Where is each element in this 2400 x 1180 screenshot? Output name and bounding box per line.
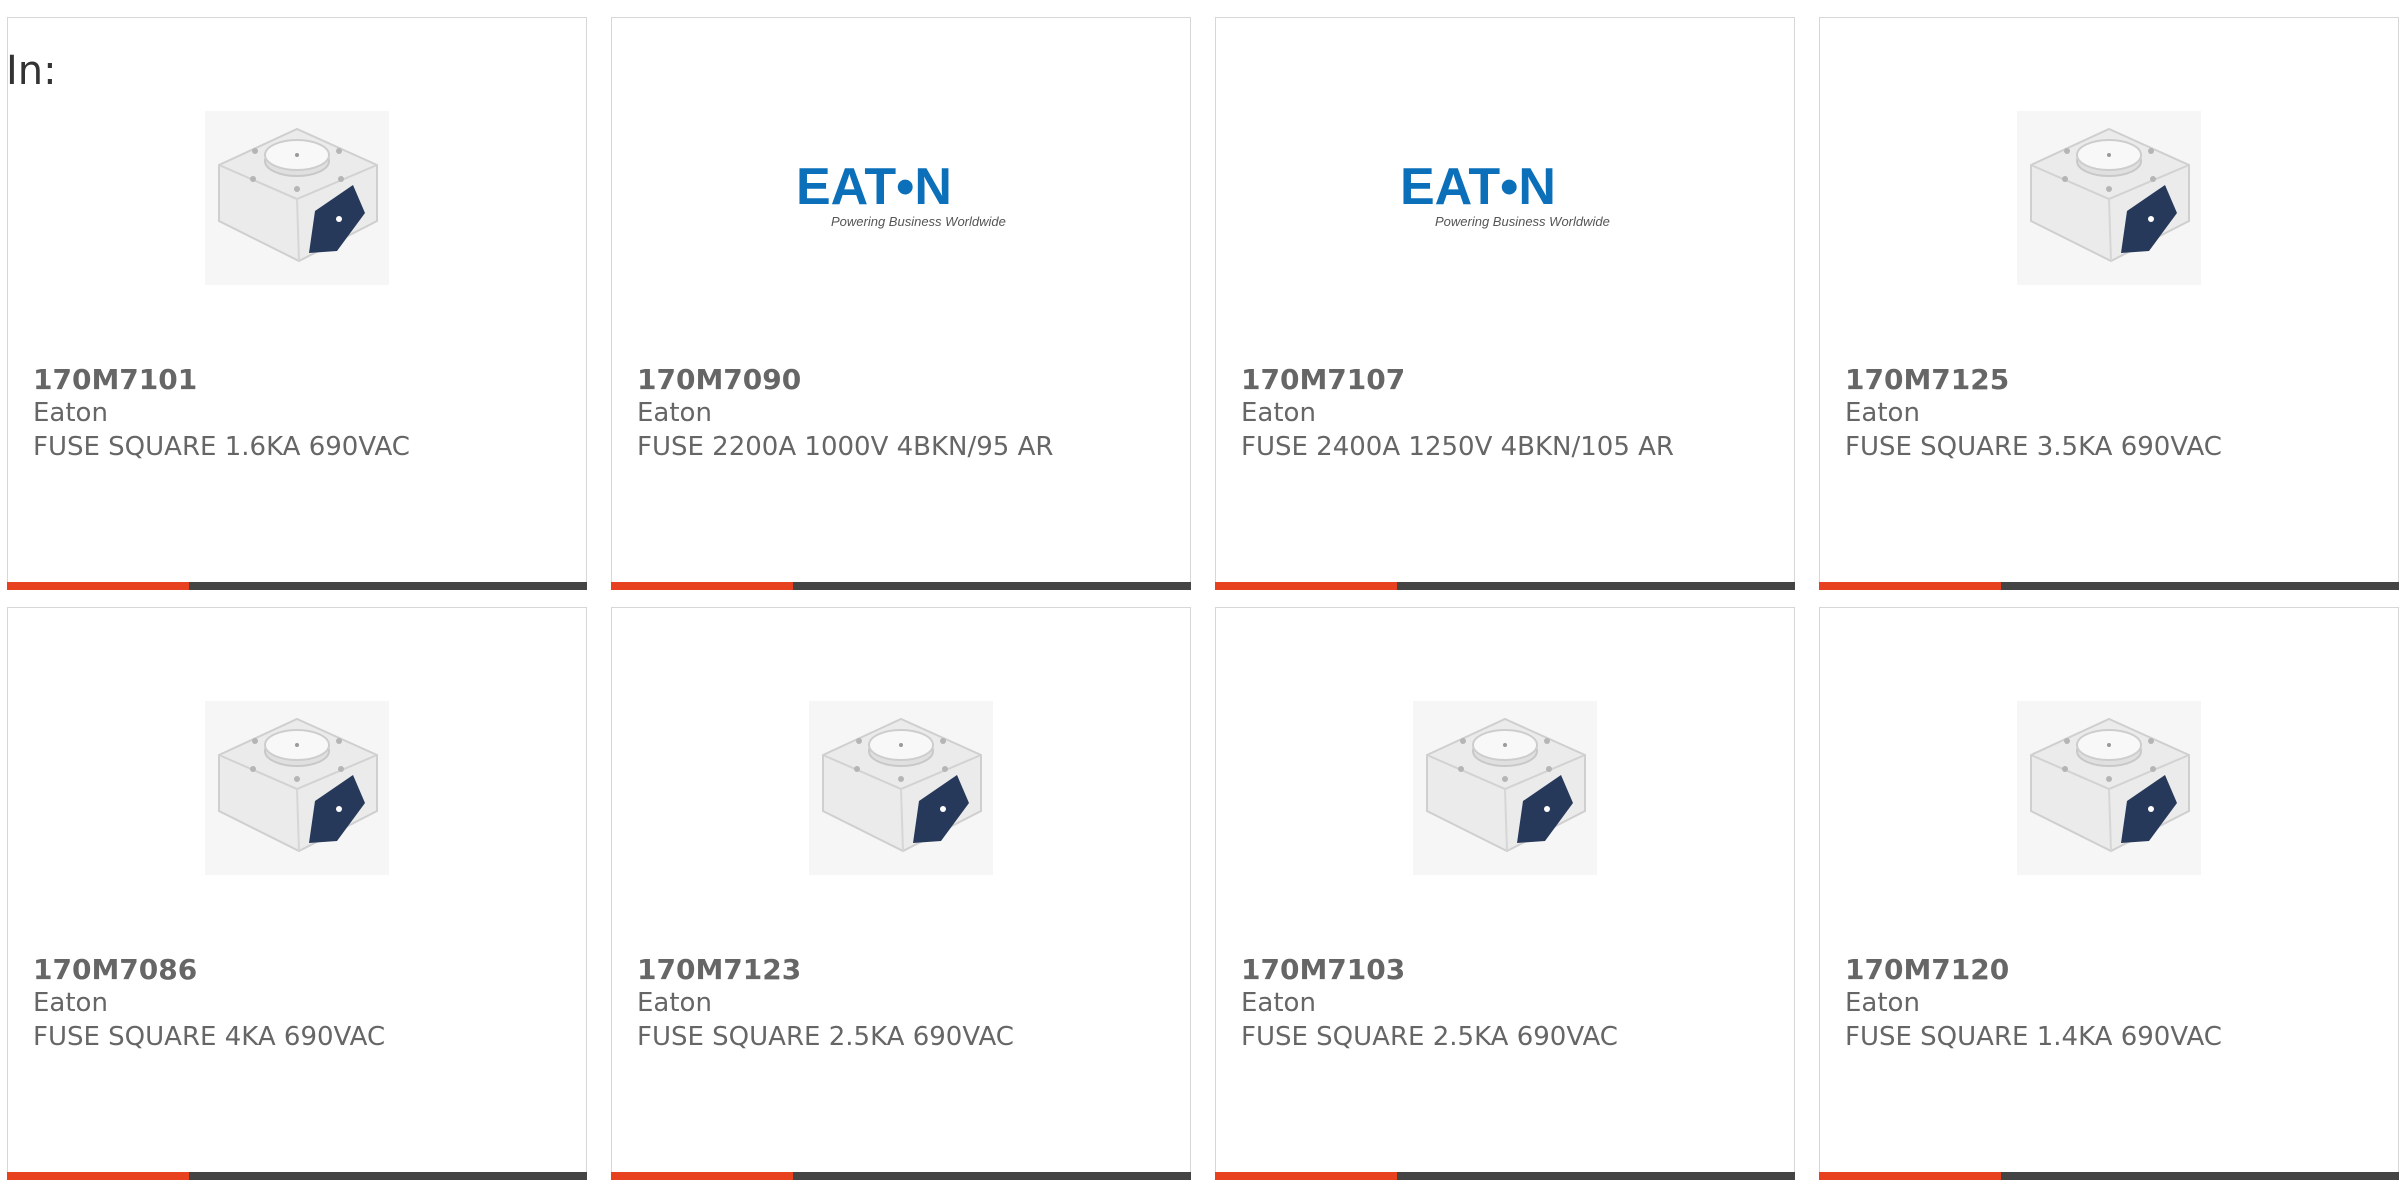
card-bar-rest xyxy=(2001,1172,2399,1180)
description: FUSE SQUARE 1.6KA 690VAC xyxy=(33,432,410,462)
manufacturer: Eaton xyxy=(637,398,712,428)
part-number[interactable]: 170M7120 xyxy=(1845,953,2009,986)
eaton-logo: EAT•N Powering Business Worldwide xyxy=(1400,98,1610,298)
part-number[interactable]: 170M7103 xyxy=(1241,953,1405,986)
part-number[interactable]: 170M7090 xyxy=(637,363,801,396)
card-bar-accent xyxy=(7,582,189,590)
fuse-product-icon xyxy=(192,688,402,888)
description: FUSE 2200A 1000V 4BKN/95 AR xyxy=(637,432,1054,462)
card-bar xyxy=(1215,582,1795,590)
product-card[interactable]: 170M7101 Eaton FUSE SQUARE 1.6KA 690VAC xyxy=(7,17,587,590)
description: FUSE SQUARE 2.5KA 690VAC xyxy=(637,1022,1014,1052)
manufacturer: Eaton xyxy=(33,988,108,1018)
card-bar-accent xyxy=(611,1172,793,1180)
card-bar-accent xyxy=(1819,1172,2001,1180)
product-grid: 170M7101 Eaton FUSE SQUARE 1.6KA 690VAC … xyxy=(7,17,2399,1180)
description: FUSE SQUARE 3.5KA 690VAC xyxy=(1845,432,2222,462)
card-bar-rest xyxy=(2001,582,2399,590)
description: FUSE SQUARE 4KA 690VAC xyxy=(33,1022,386,1052)
fuse-product-icon xyxy=(2004,688,2214,888)
in-label: In: xyxy=(6,48,57,94)
card-bar xyxy=(611,1172,1191,1180)
eaton-logo: EAT•N Powering Business Worldwide xyxy=(796,98,1006,298)
product-card[interactable]: 170M7123 Eaton FUSE SQUARE 2.5KA 690VAC xyxy=(611,607,1191,1180)
manufacturer: Eaton xyxy=(1845,398,1920,428)
product-card[interactable]: EAT•N Powering Business Worldwide 170M71… xyxy=(1215,17,1795,590)
card-bar-rest xyxy=(189,582,587,590)
description: FUSE SQUARE 1.4KA 690VAC xyxy=(1845,1022,2222,1052)
card-bar xyxy=(7,1172,587,1180)
product-card[interactable]: 170M7086 Eaton FUSE SQUARE 4KA 690VAC xyxy=(7,607,587,1180)
part-number[interactable]: 170M7125 xyxy=(1845,363,2009,396)
card-bar-rest xyxy=(1397,582,1795,590)
product-card[interactable]: 170M7103 Eaton FUSE SQUARE 2.5KA 690VAC xyxy=(1215,607,1795,1180)
part-number[interactable]: 170M7086 xyxy=(33,953,197,986)
card-bar-accent xyxy=(7,1172,189,1180)
manufacturer: Eaton xyxy=(637,988,712,1018)
fuse-product-icon xyxy=(796,688,1006,888)
product-card[interactable]: 170M7120 Eaton FUSE SQUARE 1.4KA 690VAC xyxy=(1819,607,2399,1180)
manufacturer: Eaton xyxy=(1241,398,1316,428)
card-bar xyxy=(611,582,1191,590)
eaton-logo-tagline: Powering Business Worldwide xyxy=(831,214,1006,229)
eaton-logo-text: EAT•N xyxy=(1400,158,1556,216)
product-card[interactable]: 170M7125 Eaton FUSE SQUARE 3.5KA 690VAC xyxy=(1819,17,2399,590)
card-bar xyxy=(7,582,587,590)
card-bar xyxy=(1819,582,2399,590)
card-bar xyxy=(1215,1172,1795,1180)
card-bar xyxy=(1819,1172,2399,1180)
eaton-logo-text: EAT•N xyxy=(796,158,952,216)
manufacturer: Eaton xyxy=(1845,988,1920,1018)
description: FUSE SQUARE 2.5KA 690VAC xyxy=(1241,1022,1618,1052)
card-bar-accent xyxy=(1215,1172,1397,1180)
card-bar-rest xyxy=(1397,1172,1795,1180)
manufacturer: Eaton xyxy=(1241,988,1316,1018)
product-card[interactable]: EAT•N Powering Business Worldwide 170M70… xyxy=(611,17,1191,590)
card-bar-rest xyxy=(793,582,1191,590)
card-bar-accent xyxy=(1215,582,1397,590)
card-bar-accent xyxy=(1819,582,2001,590)
fuse-product-icon xyxy=(2004,98,2214,298)
fuse-product-icon xyxy=(192,98,402,298)
description: FUSE 2400A 1250V 4BKN/105 AR xyxy=(1241,432,1674,462)
part-number[interactable]: 170M7123 xyxy=(637,953,801,986)
card-bar-accent xyxy=(611,582,793,590)
card-bar-rest xyxy=(189,1172,587,1180)
fuse-product-icon xyxy=(1400,688,1610,888)
manufacturer: Eaton xyxy=(33,398,108,428)
card-bar-rest xyxy=(793,1172,1191,1180)
part-number[interactable]: 170M7107 xyxy=(1241,363,1405,396)
eaton-logo-tagline: Powering Business Worldwide xyxy=(1435,214,1610,229)
part-number[interactable]: 170M7101 xyxy=(33,363,197,396)
